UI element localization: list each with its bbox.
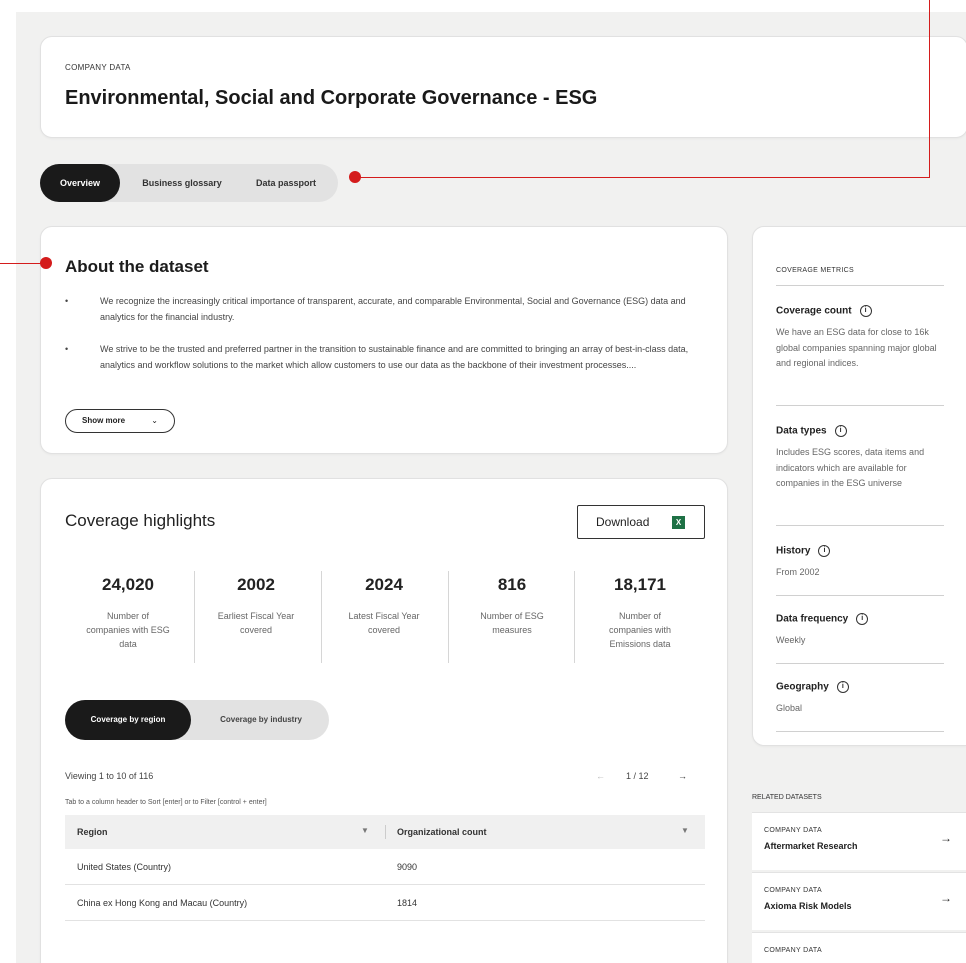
metric-history: History i From 2002 (776, 545, 951, 581)
arrow-right-icon: → (940, 831, 952, 845)
callout-marker (349, 171, 361, 183)
divider (776, 731, 944, 732)
cell-region: United States (Country) (77, 862, 172, 872)
stat-emissions: 18,171 Number of companies with Emission… (608, 575, 672, 649)
about-bullet: • We strive to be the trusted and prefer… (65, 341, 705, 393)
cell-count: 9090 (397, 862, 418, 872)
coverage-table: Region ▼ Organizational count ▼ United S… (65, 815, 705, 921)
callout-line (929, 0, 930, 178)
tab-coverage-by-industry[interactable]: Coverage by industry (193, 700, 329, 740)
stat-latest-year: 2024 Latest Fiscal Year covered (348, 575, 420, 635)
bullet-icon: • (65, 296, 69, 306)
divider (776, 285, 944, 286)
metric-geography: Geography i Global (776, 681, 951, 717)
stat-divider (574, 571, 575, 663)
divider (776, 595, 944, 596)
about-title: About the dataset (65, 257, 209, 276)
column-header-organizational-count[interactable]: Organizational count (397, 815, 487, 849)
table-header: Region ▼ Organizational count ▼ (65, 815, 705, 849)
divider (776, 525, 944, 526)
dataset-header-card: COMPANY DATA Environmental, Social and C… (40, 36, 966, 138)
excel-icon: X (672, 516, 685, 529)
coverage-highlights-card: Coverage highlights Download X 24,020 Nu… (40, 478, 728, 963)
divider (776, 405, 944, 406)
dataset-tabs: Overview Business glossary Data passport (40, 164, 338, 202)
metric-data-types: Data types i Includes ESG scores, data it… (776, 425, 925, 488)
metrics-eyebrow: COVERAGE METRICS (776, 267, 854, 274)
header-eyebrow: COMPANY DATA (65, 63, 131, 72)
filter-sort-icon[interactable]: ▼ (361, 826, 369, 835)
show-more-button[interactable]: Show more ⌄ (65, 409, 175, 433)
metric-coverage-count: Coverage count i We have an ESG data for … (776, 305, 937, 368)
table-hint: Tab to a column header to Sort [enter] o… (65, 799, 267, 806)
column-divider (385, 825, 386, 839)
callout-line (355, 177, 930, 178)
related-dataset-item[interactable]: COMPANY DATA Aftermarket Research → (752, 812, 966, 870)
filter-sort-icon[interactable]: ▼ (681, 826, 689, 835)
coverage-subtabs: Coverage by region Coverage by industry (65, 700, 329, 740)
tab-overview[interactable]: Overview (40, 164, 120, 202)
coverage-title: Coverage highlights (65, 511, 216, 530)
table-row: China ex Hong Kong and Macau (Country) 1… (65, 885, 705, 921)
stat-esg-measures: 816 Number of ESG measures (480, 575, 544, 635)
related-dataset-item[interactable]: COMPANY DATA Axioma Risk Models → (752, 872, 966, 930)
info-icon[interactable]: i (856, 613, 869, 625)
callout-marker (40, 257, 52, 269)
info-icon[interactable]: i (818, 545, 831, 557)
cell-region: China ex Hong Kong and Macau (Country) (77, 898, 248, 908)
tab-data-passport[interactable]: Data passport (240, 164, 332, 202)
info-icon[interactable]: i (859, 305, 872, 317)
info-icon[interactable]: i (834, 425, 847, 437)
arrow-right-icon: → (940, 891, 952, 905)
metric-data-frequency: Data frequency i Weekly (776, 613, 951, 649)
stat-earliest-year: 2002 Earliest Fiscal Year covered (217, 575, 295, 635)
info-icon[interactable]: i (836, 681, 849, 693)
tab-business-glossary[interactable]: Business glossary (126, 164, 238, 202)
table-row: United States (Country) 9090 (65, 849, 705, 885)
download-button[interactable]: Download X (577, 505, 705, 539)
page-canvas: COMPANY DATA Environmental, Social and C… (16, 12, 966, 963)
related-datasets-title: RELATED DATASETS (752, 794, 822, 801)
next-page-button[interactable]: → (678, 771, 687, 781)
coverage-metrics-card: COVERAGE METRICS Coverage count i We have… (752, 226, 966, 746)
chevron-down-icon: ⌄ (151, 416, 158, 425)
about-dataset-card: About the dataset • We recognize the inc… (40, 226, 728, 454)
prev-page-button[interactable]: ← (596, 771, 605, 781)
page-indicator: 1 / 12 (626, 771, 649, 781)
page-title: Environmental, Social and Corporate Gove… (65, 87, 598, 109)
related-dataset-item[interactable]: COMPANY DATA (752, 932, 966, 963)
cell-count: 1814 (397, 898, 418, 908)
divider (776, 663, 944, 664)
stat-companies-esg: 24,020 Number of companies with ESG data (86, 575, 170, 649)
bullet-icon: • (65, 344, 69, 354)
column-header-region[interactable]: Region (77, 815, 108, 849)
viewing-count: Viewing 1 to 10 of 116 (65, 771, 154, 781)
about-bullet: • We recognize the increasingly critical… (65, 293, 705, 329)
tab-coverage-by-region[interactable]: Coverage by region (65, 700, 191, 740)
